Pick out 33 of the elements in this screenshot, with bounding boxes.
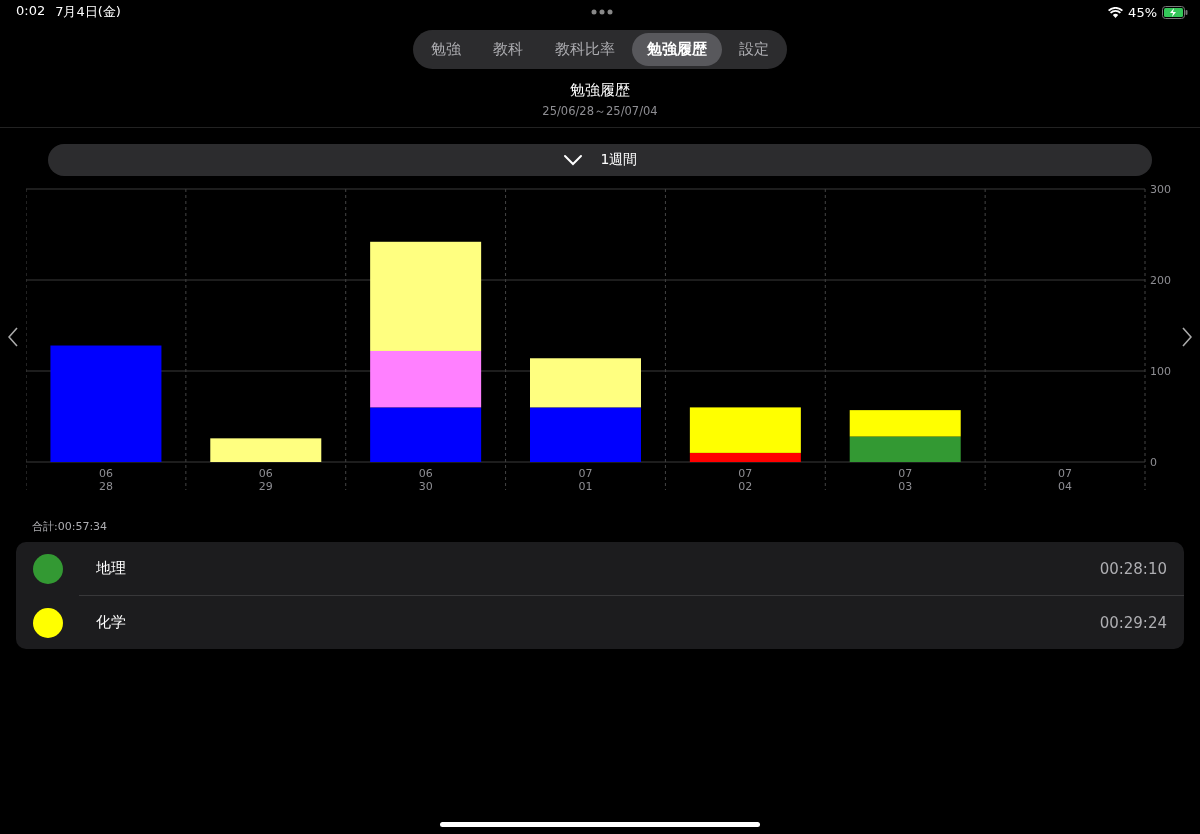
tab[interactable]: 勉強履歴: [632, 33, 722, 66]
chevron-left-icon[interactable]: [8, 327, 18, 347]
axis-tick-label: 100: [1150, 365, 1171, 378]
status-time: 0:02: [16, 3, 46, 20]
axis-tick-label: 300: [1150, 183, 1171, 196]
more-dots-icon[interactable]: [591, 9, 613, 15]
tab[interactable]: 設定: [724, 33, 784, 66]
subject-name: 化学: [96, 613, 127, 632]
battery-charging-icon: [1162, 5, 1188, 19]
wifi-icon: [1108, 6, 1124, 18]
chevron-down-icon: [562, 154, 583, 166]
chevron-right-icon[interactable]: [1182, 327, 1192, 347]
subject-name: 地理: [96, 559, 127, 578]
axis-tick-label: 0: [1150, 456, 1157, 469]
axis-label: 07 01: [578, 467, 593, 493]
period-dropdown[interactable]: 1週間: [48, 144, 1152, 176]
axis-label: 07 04: [1058, 467, 1073, 493]
axis-label: 07 02: [738, 467, 753, 493]
status-date: 7月4日(金): [55, 3, 121, 21]
axis-label: 06 30: [418, 467, 433, 493]
subject-time: 00:29:24: [1099, 613, 1167, 632]
tab[interactable]: 教科比率: [540, 33, 630, 66]
battery-percent: 45%: [1128, 4, 1157, 20]
date-range: 25/06/28～25/07/04: [542, 104, 658, 119]
axis-tick-label: 200: [1150, 274, 1171, 287]
total-time: 合計:00:57:34: [32, 519, 109, 534]
axis-label: 07 03: [898, 467, 913, 493]
tab[interactable]: 勉強: [416, 33, 476, 66]
page-title: 勉強履歴: [570, 81, 630, 100]
axis-label: 06 28: [98, 467, 113, 493]
subject-time: 00:28:10: [1099, 559, 1167, 578]
tab[interactable]: 教科: [478, 33, 538, 66]
axis-label: 06 29: [258, 467, 273, 493]
